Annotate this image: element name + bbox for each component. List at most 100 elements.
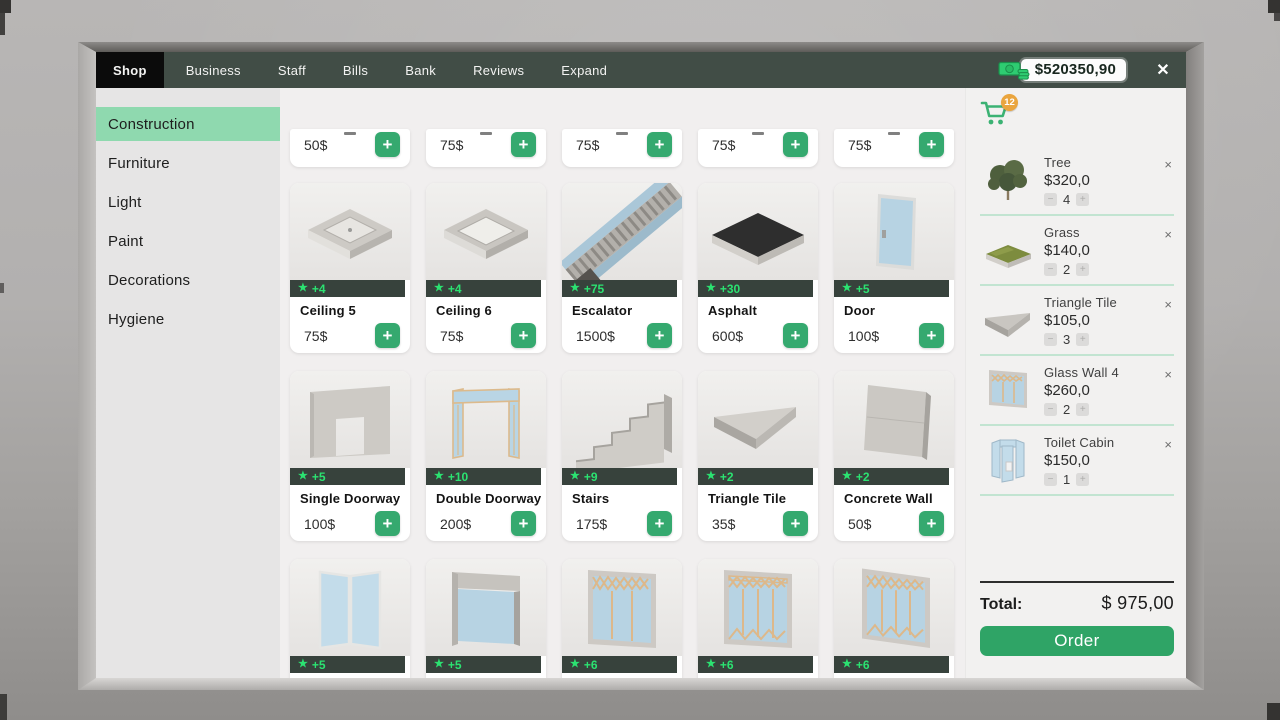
rating-badge: ★ +2 <box>698 468 813 485</box>
decrease-qty-button[interactable]: − <box>1044 473 1057 486</box>
add-to-cart-button[interactable]: + <box>511 132 536 157</box>
rating-badge: ★ +6 <box>698 656 813 673</box>
topbar-tab-bank[interactable]: Bank <box>390 52 451 88</box>
cart-item-qty: 2 <box>1063 262 1070 277</box>
item-price: 50$ <box>848 516 871 532</box>
sidebar-item-furniture[interactable]: Furniture <box>96 146 280 180</box>
add-to-cart-button[interactable]: + <box>647 132 672 157</box>
sidebar-item-decorations[interactable]: Decorations <box>96 263 280 297</box>
topbar-tab-staff[interactable]: Staff <box>263 52 321 88</box>
cart-item-image <box>980 435 1036 483</box>
item-name <box>834 673 954 678</box>
star-icon: ★ <box>842 659 852 670</box>
shop-item-card: ★ 75$ + <box>426 129 546 167</box>
item-image <box>698 183 818 280</box>
remove-cart-item-button[interactable]: × <box>1162 297 1174 312</box>
item-name: Asphalt <box>698 297 818 323</box>
shop-item-card: ★ +75 Escalator 1500$ + <box>562 183 682 353</box>
decrease-qty-button[interactable]: − <box>1044 333 1057 346</box>
add-to-cart-button[interactable]: + <box>919 323 944 348</box>
cart-item-name: Grass <box>1044 225 1162 240</box>
topbar-tab-business[interactable]: Business <box>171 52 256 88</box>
add-to-cart-button[interactable]: + <box>375 323 400 348</box>
cart-item-price: $260,0 <box>1044 382 1162 399</box>
item-price: 75$ <box>848 137 871 153</box>
remove-cart-item-button[interactable]: × <box>1162 367 1174 382</box>
screen-recess-sill <box>78 678 1204 690</box>
add-to-cart-button[interactable]: + <box>647 323 672 348</box>
item-price: 175$ <box>576 516 607 532</box>
wall-corner-mark <box>1274 13 1280 21</box>
shopping-cart-icon[interactable]: 12 <box>980 99 1016 131</box>
remove-cart-item-button[interactable]: × <box>1162 437 1174 452</box>
topbar-tab-expand[interactable]: Expand <box>546 52 622 88</box>
topbar-tab-bills[interactable]: Bills <box>328 52 383 88</box>
cart-item-qty-controls: − 2 + <box>1044 262 1162 277</box>
increase-qty-button[interactable]: + <box>1076 193 1089 206</box>
star-icon: ★ <box>570 283 580 294</box>
wall-corner-mark <box>0 283 4 293</box>
shop-item-card: ★ +4 Ceiling 6 75$ + <box>426 183 546 353</box>
rating-value: +4 <box>312 282 326 296</box>
item-image <box>834 559 954 656</box>
clipped-text-remnant <box>888 132 900 135</box>
sidebar-item-paint[interactable]: Paint <box>96 224 280 258</box>
clipped-text-remnant <box>752 132 764 135</box>
topbar-tab-reviews[interactable]: Reviews <box>458 52 539 88</box>
shop-item-card: ★ +30 Asphalt 600$ + <box>698 183 818 353</box>
add-to-cart-button[interactable]: + <box>511 323 536 348</box>
topbar-tabs: Shop Business Staff Bills Bank Reviews E… <box>96 52 622 88</box>
rating-badge: ★ +5 <box>834 280 949 297</box>
screen-recess-right <box>1186 42 1204 690</box>
remove-cart-item-button[interactable]: × <box>1162 157 1174 172</box>
sidebar-item-hygiene[interactable]: Hygiene <box>96 302 280 336</box>
order-button[interactable]: Order <box>980 626 1174 656</box>
increase-qty-button[interactable]: + <box>1076 403 1089 416</box>
rating-badge: ★ +4 <box>426 280 541 297</box>
add-to-cart-button[interactable]: + <box>783 323 808 348</box>
rating-value: +6 <box>720 658 734 672</box>
increase-qty-button[interactable]: + <box>1076 473 1089 486</box>
increase-qty-button[interactable]: + <box>1076 263 1089 276</box>
close-button[interactable]: ✕ <box>1148 52 1178 88</box>
remove-cart-item-button[interactable]: × <box>1162 227 1174 242</box>
item-image <box>834 371 954 468</box>
item-name: Ceiling 6 <box>426 297 546 323</box>
item-name <box>290 673 410 678</box>
add-to-cart-button[interactable]: + <box>783 511 808 536</box>
topbar-tab-shop[interactable]: Shop <box>96 52 164 88</box>
add-to-cart-button[interactable]: + <box>647 511 672 536</box>
add-to-cart-button[interactable]: + <box>919 511 944 536</box>
decrease-qty-button[interactable]: − <box>1044 403 1057 416</box>
rating-value: +9 <box>584 470 598 484</box>
sidebar-category-label: Hygiene <box>108 311 164 328</box>
add-to-cart-button[interactable]: + <box>783 132 808 157</box>
wall-corner-mark <box>0 13 5 35</box>
wall-corner-mark <box>1267 703 1280 720</box>
total-divider <box>980 581 1174 583</box>
item-price-row: 600$ + <box>698 323 818 353</box>
item-name: Double Doorway <box>426 485 546 511</box>
decrease-qty-button[interactable]: − <box>1044 263 1057 276</box>
sidebar-item-light[interactable]: Light <box>96 185 280 219</box>
add-to-cart-button[interactable]: + <box>919 132 944 157</box>
cart-item-name: Toilet Cabin <box>1044 435 1162 450</box>
star-icon: ★ <box>298 659 308 670</box>
increase-qty-button[interactable]: + <box>1076 333 1089 346</box>
sidebar-item-construction[interactable]: Construction <box>96 107 280 141</box>
rating-badge: ★ +6 <box>562 656 677 673</box>
cart-item-price: $150,0 <box>1044 452 1162 469</box>
cart-items-list: Tree $320,0 − 4 + × Grass $140,0 − 2 + ×… <box>980 146 1174 496</box>
add-to-cart-button[interactable]: + <box>375 511 400 536</box>
rating-value: +5 <box>312 658 326 672</box>
item-image <box>290 559 410 656</box>
category-sidebar: Construction Furniture Light Paint Decor… <box>96 88 280 678</box>
wall-corner-mark <box>0 0 11 13</box>
sidebar-category-label: Light <box>108 194 142 211</box>
decrease-qty-button[interactable]: − <box>1044 193 1057 206</box>
item-name: Triangle Tile <box>698 485 818 511</box>
add-to-cart-button[interactable]: + <box>375 132 400 157</box>
add-to-cart-button[interactable]: + <box>511 511 536 536</box>
rating-badge: ★ +10 <box>426 468 541 485</box>
close-icon: ✕ <box>1156 60 1169 80</box>
